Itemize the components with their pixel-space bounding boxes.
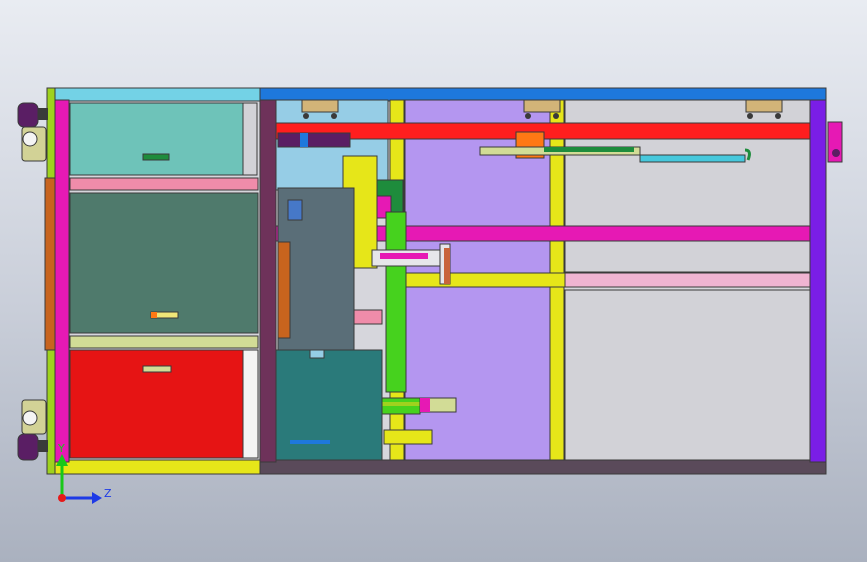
z-axis-label: Z (104, 487, 112, 500)
pink-crossbar (564, 272, 811, 288)
cad-part (22, 410, 38, 426)
cad-part (303, 113, 309, 119)
cad-part (775, 113, 781, 119)
main-right-post (809, 99, 827, 463)
cad-part (290, 440, 330, 444)
cad-part (420, 398, 430, 412)
drawer-red-side-white (242, 349, 259, 459)
cad-part (38, 440, 48, 452)
cad-part (353, 309, 383, 325)
z-axis-arrow (92, 492, 102, 504)
main-bottom-beam (259, 459, 827, 475)
top-block-1 (301, 99, 339, 113)
top-block-3 (745, 99, 783, 113)
top-block-2 (523, 99, 561, 113)
left-cabinet (17, 87, 261, 475)
brown-plate (277, 241, 291, 339)
drawer-teal-top (69, 102, 244, 176)
drawer-teal-top-handle (142, 153, 170, 161)
y-axis-label: Y (57, 442, 65, 455)
cabinet-left-post-magenta (54, 99, 70, 463)
lead-screw (277, 132, 351, 148)
cable-chain (639, 154, 746, 163)
cad-part (300, 133, 308, 147)
cad-part (553, 113, 559, 119)
drawer-dark-teal-handle-tip (151, 312, 157, 318)
cad-part (331, 113, 337, 119)
cabinet-side-panel (44, 177, 56, 351)
yellow-green-divider (69, 335, 259, 349)
cabinet-right-strip (242, 102, 258, 176)
cad-part (544, 147, 634, 152)
caster-top (17, 102, 48, 162)
green-column (385, 211, 407, 393)
cad-part (380, 253, 428, 259)
cad-part (287, 199, 303, 221)
cad-part (17, 433, 39, 461)
cad-viewport[interactable]: Y Z (0, 0, 867, 562)
cabinet-top-beam (54, 87, 261, 102)
cad-part (309, 349, 325, 359)
cabinet-bottom-beam (54, 459, 261, 475)
cad-part (444, 248, 450, 284)
main-top-beam (259, 87, 827, 102)
drawer-red-handle (142, 365, 172, 373)
yellow-base (383, 429, 433, 445)
cad-part (832, 149, 840, 157)
yellow-crossbar (404, 272, 566, 288)
cad-part (525, 113, 531, 119)
x-axis-dot (58, 494, 66, 502)
machine-top-view[interactable]: Y Z (0, 0, 867, 562)
main-left-post (259, 99, 277, 463)
cad-part (17, 102, 39, 128)
cad-part (747, 113, 753, 119)
cad-part (22, 131, 38, 147)
caster-bottom (17, 399, 48, 461)
light-panel-bottom-right (564, 289, 811, 461)
cad-part (38, 108, 48, 120)
pink-divider (69, 177, 259, 191)
